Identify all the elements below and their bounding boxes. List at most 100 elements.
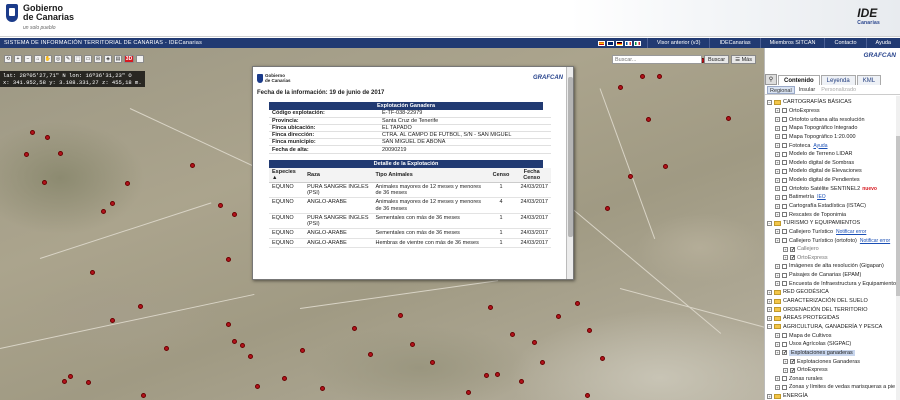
expand-toggle-icon[interactable]: + [775,384,780,390]
layer-checkbox[interactable] [782,281,787,287]
tab-contenido[interactable]: Contenido [778,75,820,85]
expand-toggle-icon[interactable]: + [767,307,772,313]
flag-es-icon[interactable] [597,40,605,46]
column-header[interactable]: Censo [489,167,513,183]
layer-checkbox[interactable]: ✓ [790,359,795,365]
expand-toggle-icon[interactable]: + [767,393,772,399]
subtab-insular[interactable]: Insular [797,86,818,94]
livestock-marker[interactable] [587,328,592,333]
expand-toggle-icon[interactable]: + [775,168,780,174]
livestock-marker[interactable] [68,374,73,379]
livestock-marker[interactable] [101,209,106,214]
ide-canarias-logo[interactable]: IDE Canarias [857,6,880,26]
tool-button[interactable]: ✎ [64,55,72,63]
nav-ayuda[interactable]: Ayuda [865,38,900,48]
expand-toggle-icon[interactable]: + [767,289,772,295]
tree-layer[interactable]: + ✓ OrtoExpress [767,366,900,375]
expand-toggle-icon[interactable]: + [775,134,780,140]
livestock-marker[interactable] [495,372,500,377]
livestock-marker[interactable] [605,206,610,211]
column-header[interactable]: Raza [304,167,373,183]
expand-toggle-icon[interactable]: + [775,272,780,278]
nav-miembros-sitcan[interactable]: Miembros SITCAN [759,38,825,48]
livestock-marker[interactable] [540,360,545,365]
livestock-marker[interactable] [240,343,245,348]
tab-kml[interactable]: KML [856,75,882,85]
popup-scrollbar[interactable] [566,67,573,279]
livestock-marker[interactable] [164,346,169,351]
expand-toggle-icon[interactable]: + [775,203,780,209]
flag-it-icon[interactable] [633,40,641,46]
flag-fr-icon[interactable] [624,40,632,46]
tree-layer[interactable]: + Mapa Topográfico 1:20.000 [767,133,900,142]
livestock-marker[interactable] [90,270,95,275]
tree-layer[interactable]: + Ortofoto urbana alta resolución [767,115,900,124]
tree-layer[interactable]: + Callejero Turístico Notificar error [767,228,900,237]
livestock-marker[interactable] [352,326,357,331]
layer-checkbox[interactable] [782,177,787,183]
livestock-marker[interactable] [575,301,580,306]
expand-toggle-icon[interactable]: − [767,324,772,330]
livestock-marker[interactable] [532,340,537,345]
layer-checkbox[interactable]: ✓ [782,350,787,356]
layer-checkbox[interactable]: ✓ [790,255,795,261]
tree-category[interactable]: + CARACTERIZACIÓN DEL SUELO [767,297,900,306]
livestock-marker[interactable] [110,201,115,206]
tab-leyenda[interactable]: Leyenda [820,75,856,85]
tree-category[interactable]: + ENERGÍA [767,392,900,400]
livestock-marker[interactable] [232,339,237,344]
expand-toggle-icon[interactable]: + [775,143,780,149]
livestock-marker[interactable] [320,386,325,391]
tool-button[interactable]: ▭ [84,55,92,63]
livestock-marker[interactable] [640,74,645,79]
tool-button[interactable]: − [24,55,32,63]
tree-layer[interactable]: + ✓ Explotaciones Ganaderas [767,357,900,366]
livestock-marker[interactable] [141,393,146,398]
livestock-marker[interactable] [430,360,435,365]
livestock-marker[interactable] [58,151,63,156]
expand-toggle-icon[interactable]: + [783,367,788,373]
livestock-marker[interactable] [585,393,590,398]
livestock-marker[interactable] [138,304,143,309]
layer-checkbox[interactable] [782,376,787,382]
tree-layer[interactable]: + Modelo de Terreno LIDAR [767,150,900,159]
tree-layer[interactable]: + Zonas rurales [767,375,900,384]
tree-layer[interactable]: + Modelo digital de Pendientes [767,176,900,185]
livestock-marker[interactable] [62,379,67,384]
layer-checkbox[interactable] [782,186,787,192]
livestock-marker[interactable] [86,380,91,385]
search-icon[interactable]: ⚲ [765,74,777,85]
expand-toggle-icon[interactable]: + [775,281,780,287]
tree-layer[interactable]: + ✓ OrtoExpress [767,254,900,263]
layer-checkbox[interactable] [782,194,787,200]
expand-toggle-icon[interactable]: + [783,255,788,261]
tree-category[interactable]: + RED GEODÉSICA [767,288,900,297]
tool-button[interactable]: ◈ [104,55,112,63]
layer-checkbox[interactable] [782,125,787,131]
livestock-marker[interactable] [556,314,561,319]
layer-checkbox[interactable] [782,160,787,166]
expand-toggle-icon[interactable]: + [775,151,780,157]
expand-toggle-icon[interactable]: + [783,359,788,365]
nav-contacto[interactable]: Contacto [824,38,865,48]
livestock-marker[interactable] [30,130,35,135]
layer-checkbox[interactable] [782,151,787,157]
tree-layer[interactable]: + Rescates de Toponimia [767,210,900,219]
flag-de-icon[interactable] [615,40,623,46]
layer-checkbox[interactable] [782,272,787,278]
tool-button[interactable]: ⬚ [74,55,82,63]
layer-checkbox[interactable] [782,117,787,123]
layer-checkbox[interactable] [782,203,787,209]
expand-toggle-icon[interactable]: + [775,333,780,339]
layer-checkbox[interactable] [782,134,787,140]
livestock-marker[interactable] [190,163,195,168]
livestock-marker[interactable] [618,85,623,90]
livestock-marker[interactable] [368,352,373,357]
livestock-marker[interactable] [110,318,115,323]
tree-layer[interactable]: + ✓ Callejero [767,245,900,254]
subtab-regional[interactable]: Regional [767,86,795,94]
tool-button[interactable]: ⊞ [94,55,102,63]
tree-layer[interactable]: + Fototeca Ayuda [767,141,900,150]
expand-toggle-icon[interactable]: + [775,263,780,269]
nav-idecanarias[interactable]: IDECanarias [709,38,759,48]
